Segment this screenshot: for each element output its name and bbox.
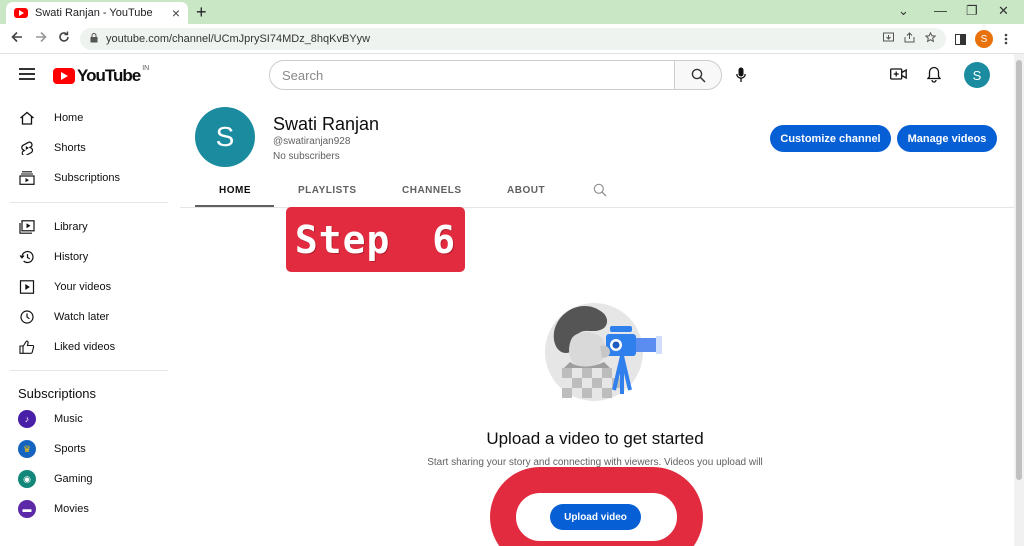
scrollbar-thumb[interactable] (1016, 60, 1022, 480)
browser-menu-icon[interactable] (1004, 32, 1008, 49)
sidebar-item-label: Gaming (54, 473, 93, 485)
sidebar-divider (10, 202, 168, 203)
sidebar: Home Shorts Subscriptions Library Histor… (0, 96, 170, 546)
music-channel-icon: ♪ (18, 410, 36, 428)
sidebar-item-sports[interactable]: ♛ Sports (0, 434, 170, 464)
like-icon (19, 340, 35, 354)
sidebar-item-label: Liked videos (54, 341, 116, 353)
channel-handle: @swatiranjan928 (273, 136, 351, 147)
tab-channels[interactable]: CHANNELS (402, 185, 462, 196)
channel-avatar[interactable]: S (195, 107, 255, 167)
sidebar-item-label: Watch later (54, 311, 110, 323)
tab-search-icon[interactable]: ⌄ (898, 3, 909, 19)
sidebar-item-your-videos[interactable]: Your videos (0, 272, 170, 302)
history-icon (19, 250, 34, 264)
sidebar-item-label: Movies (54, 503, 89, 515)
browser-tab[interactable]: Swati Ranjan - YouTube × (6, 2, 188, 24)
notifications-bell-icon[interactable] (927, 66, 941, 83)
sidebar-item-home[interactable]: Home (0, 103, 170, 133)
microphone-icon[interactable] (736, 67, 746, 83)
sidebar-item-subscriptions[interactable]: Subscriptions (0, 163, 170, 193)
sidebar-item-gaming[interactable]: ◉ Gaming (0, 464, 170, 494)
share-icon[interactable] (904, 32, 915, 46)
create-video-icon[interactable] (890, 66, 907, 82)
subscriber-count: No subscribers (273, 151, 340, 162)
url-text: youtube.com/channel/UCmJprySI74MDz_8hqKv… (106, 33, 371, 45)
search-input[interactable]: Search (269, 60, 675, 90)
sidebar-item-library[interactable]: Library (0, 212, 170, 242)
gaming-controller-icon: ◉ (18, 470, 36, 488)
sidebar-item-watch-later[interactable]: Watch later (0, 302, 170, 332)
tab-playlists[interactable]: PLAYLISTS (298, 185, 357, 196)
sidebar-item-label: History (54, 251, 89, 263)
customize-channel-button[interactable]: Customize channel (770, 125, 891, 152)
subscriptions-heading: Subscriptions (18, 386, 97, 401)
sidebar-item-label: Your videos (54, 281, 112, 293)
tab-home[interactable]: HOME (219, 185, 251, 196)
subscriptions-icon (19, 171, 35, 185)
screenshot-frame: Swati Ranjan - YouTube × + ⌄ — ❐ ✕ youtu… (0, 0, 1024, 546)
restore-button[interactable]: ❐ (966, 3, 978, 19)
reload-icon[interactable] (58, 30, 70, 47)
tab-close-icon[interactable]: × (172, 5, 180, 21)
sidebar-item-label: Music (54, 413, 83, 425)
youtube-play-icon (53, 68, 75, 84)
empty-state-title: Upload a video to get started (486, 429, 704, 448)
country-code: IN (142, 64, 150, 72)
step-label: Step 6 (294, 217, 457, 262)
sidebar-item-movies[interactable]: ▬ Movies (0, 494, 170, 524)
sidebar-item-shorts[interactable]: Shorts (0, 133, 170, 163)
search-icon (691, 68, 706, 83)
sidebar-item-music[interactable]: ♪ Music (0, 404, 170, 434)
active-tab-indicator (195, 205, 274, 207)
youtube-header: YouTube IN Search S (0, 54, 1024, 96)
sidebar-item-label: Home (54, 112, 84, 124)
sports-trophy-icon: ♛ (18, 440, 36, 458)
youtube-wordmark: YouTube (77, 66, 141, 85)
sidebar-item-label: Shorts (54, 142, 86, 154)
sidebar-divider (10, 370, 168, 371)
your-videos-icon (19, 280, 35, 294)
youtube-favicon-icon (14, 8, 28, 18)
close-window-button[interactable]: ✕ (998, 3, 1009, 19)
menu-hamburger-icon[interactable] (19, 68, 35, 80)
address-bar[interactable]: youtube.com/channel/UCmJprySI74MDz_8hqKv… (80, 28, 946, 50)
camera-person-illustration-icon (545, 303, 662, 401)
sidebar-item-liked-videos[interactable]: Liked videos (0, 332, 170, 362)
lock-icon (90, 32, 98, 46)
tab-about[interactable]: ABOUT (507, 185, 545, 196)
manage-videos-button[interactable]: Manage videos (897, 125, 997, 152)
sidebar-item-label: Sports (54, 443, 86, 455)
step-annotation-badge: Step 6 (286, 207, 465, 272)
sidebar-item-history[interactable]: History (0, 242, 170, 272)
minimize-button[interactable]: — (934, 3, 947, 18)
movies-film-icon: ▬ (18, 500, 36, 518)
browser-profile-avatar[interactable]: S (975, 30, 993, 48)
upload-video-button[interactable]: Upload video (550, 504, 641, 530)
sidebar-item-label: Library (54, 221, 88, 233)
browser-tab-bar: Swati Ranjan - YouTube × + ⌄ — ❐ ✕ (0, 0, 1024, 24)
shorts-icon (21, 141, 34, 155)
channel-search-icon[interactable] (593, 183, 607, 197)
home-icon (20, 111, 34, 125)
search-button[interactable] (674, 60, 722, 90)
library-icon (19, 220, 35, 234)
forward-arrow-icon[interactable] (35, 30, 47, 47)
bookmark-star-icon[interactable] (924, 31, 937, 46)
watch-later-icon (20, 310, 34, 324)
tab-title: Swati Ranjan - YouTube (35, 7, 153, 19)
account-avatar[interactable]: S (964, 62, 990, 88)
install-app-icon[interactable] (883, 32, 894, 46)
sidebar-item-label: Subscriptions (54, 172, 121, 184)
new-tab-button[interactable]: + (196, 2, 207, 23)
youtube-logo[interactable]: YouTube IN (53, 64, 150, 86)
back-arrow-icon[interactable] (11, 30, 23, 47)
side-panel-icon[interactable] (955, 32, 966, 49)
browser-toolbar: youtube.com/channel/UCmJprySI74MDz_8hqKv… (0, 24, 1024, 54)
channel-name: Swati Ranjan (273, 114, 380, 134)
